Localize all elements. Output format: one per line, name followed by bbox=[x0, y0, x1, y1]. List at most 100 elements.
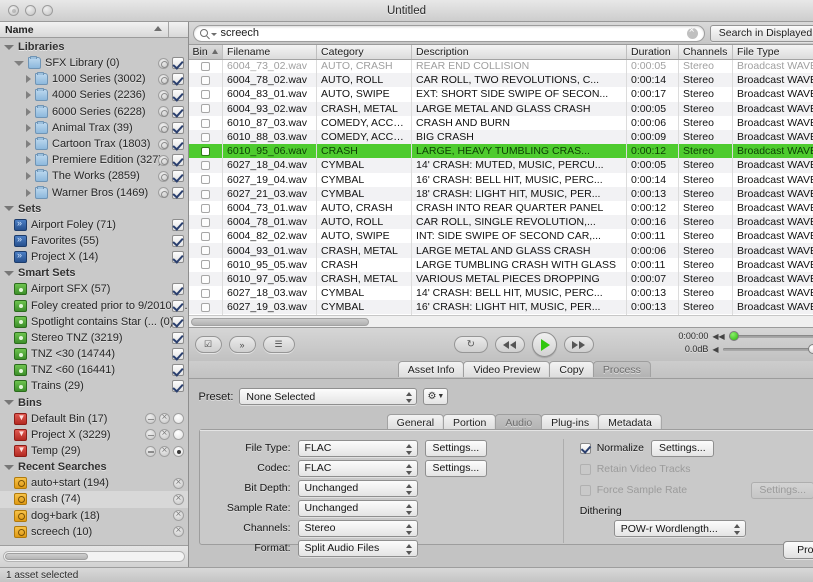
sidebar-item-tnz[interactable]: TNZ <30 (14744) bbox=[0, 346, 188, 362]
field-select-codec[interactable]: FLAC bbox=[298, 460, 418, 477]
visibility-checkbox[interactable] bbox=[172, 219, 184, 231]
row-checkbox[interactable] bbox=[201, 62, 210, 71]
row-bin-cell[interactable] bbox=[189, 243, 223, 257]
disclosure-triangle-icon[interactable] bbox=[4, 206, 14, 211]
column-header-file-type[interactable]: File Type bbox=[733, 45, 813, 59]
sidebar-item-tnz[interactable]: TNZ <60 (16441) bbox=[0, 362, 188, 378]
visibility-checkbox[interactable] bbox=[172, 235, 184, 247]
disclosure-triangle-icon[interactable] bbox=[4, 465, 14, 470]
position-slider[interactable] bbox=[729, 335, 813, 338]
sidebar-item-premiere[interactable]: Premiere Edition (327) bbox=[0, 152, 188, 168]
clear-search-icon[interactable] bbox=[687, 28, 698, 39]
disclosure-triangle-icon[interactable] bbox=[26, 108, 31, 116]
row-checkbox[interactable] bbox=[201, 104, 210, 113]
close-button[interactable] bbox=[8, 5, 19, 16]
visibility-checkbox[interactable] bbox=[172, 300, 184, 312]
row-bin-cell[interactable] bbox=[189, 130, 223, 144]
disclosure-triangle-icon[interactable] bbox=[26, 189, 31, 197]
visibility-checkbox[interactable] bbox=[172, 316, 184, 328]
sync-icon[interactable] bbox=[158, 187, 169, 198]
visibility-checkbox[interactable] bbox=[172, 89, 184, 101]
row-bin-cell[interactable] bbox=[189, 73, 223, 87]
skip-back-icon[interactable]: ◀◀ bbox=[712, 332, 724, 341]
table-row[interactable]: 6004_93_01.wavCRASH, METALLARGE METAL AN… bbox=[189, 243, 813, 257]
volume-slider-knob[interactable] bbox=[808, 344, 813, 354]
sidebar-group-smart-sets[interactable]: Smart Sets bbox=[0, 265, 188, 281]
sync-icon[interactable] bbox=[158, 106, 169, 117]
visibility-checkbox[interactable] bbox=[172, 138, 184, 150]
visibility-checkbox[interactable] bbox=[172, 57, 184, 69]
row-checkbox[interactable] bbox=[201, 260, 210, 269]
table-row[interactable]: 6027_19_04.wavCYMBAL16' CRASH: BELL HIT,… bbox=[189, 173, 813, 187]
sidebar-item-temp[interactable]: Temp (29) bbox=[0, 443, 188, 459]
row-bin-cell[interactable] bbox=[189, 286, 223, 300]
checkbox-normalize[interactable] bbox=[580, 443, 591, 454]
row-checkbox[interactable] bbox=[201, 204, 210, 213]
sidebar-item-trains[interactable]: Trains (29) bbox=[0, 378, 188, 394]
disclosure-triangle-icon[interactable] bbox=[14, 61, 24, 66]
column-header-duration[interactable]: Duration bbox=[627, 45, 679, 59]
row-checkbox[interactable] bbox=[201, 90, 210, 99]
row-bin-cell[interactable] bbox=[189, 158, 223, 172]
process-tab-audio[interactable]: Audio bbox=[495, 414, 542, 430]
settings-button[interactable]: Settings... bbox=[651, 440, 714, 457]
visibility-checkbox[interactable] bbox=[172, 380, 184, 392]
visibility-checkbox[interactable] bbox=[172, 73, 184, 85]
row-bin-cell[interactable] bbox=[189, 59, 223, 73]
field-select-filetype[interactable]: FLAC bbox=[298, 440, 418, 457]
sidebar-item-dogbark[interactable]: dog+bark (18) bbox=[0, 508, 188, 524]
column-header-channels[interactable]: Channels bbox=[679, 45, 733, 59]
disclosure-triangle-icon[interactable] bbox=[4, 271, 14, 276]
row-checkbox[interactable] bbox=[201, 275, 210, 284]
visibility-checkbox[interactable] bbox=[172, 106, 184, 118]
tab-asset-info[interactable]: Asset Info bbox=[398, 361, 465, 377]
table-row[interactable]: 6027_18_03.wavCYMBAL14' CRASH: BELL HIT,… bbox=[189, 286, 813, 300]
sidebar-item-1000[interactable]: 1000 Series (3002) bbox=[0, 71, 188, 87]
visibility-checkbox[interactable] bbox=[172, 122, 184, 134]
table-row[interactable]: 6004_82_02.wavAUTO, SWIPEINT: SIDE SWIPE… bbox=[189, 229, 813, 243]
sidebar-item-project[interactable]: Project X (3229) bbox=[0, 427, 188, 443]
field-select-samplerate[interactable]: Unchanged bbox=[298, 500, 418, 517]
table-row[interactable]: 6004_78_01.wavAUTO, ROLLCAR ROLL, SINGLE… bbox=[189, 215, 813, 229]
sidebar-item-sfx[interactable]: SFX Library (0) bbox=[0, 55, 188, 71]
visibility-checkbox[interactable] bbox=[172, 170, 184, 182]
sidebar-group-bins[interactable]: Bins bbox=[0, 395, 188, 411]
row-checkbox[interactable] bbox=[201, 232, 210, 241]
process-tab-portion[interactable]: Portion bbox=[443, 414, 496, 430]
column-header-filename[interactable]: Filename bbox=[223, 45, 317, 59]
chevron-down-icon[interactable] bbox=[211, 33, 217, 36]
remove-bin-icon[interactable] bbox=[145, 429, 156, 440]
dithering-select[interactable]: POW-r Wordlength... bbox=[614, 520, 746, 537]
disclosure-triangle-icon[interactable] bbox=[26, 156, 31, 164]
preset-actions-button[interactable]: ⚙ ▼ bbox=[423, 388, 448, 405]
sync-icon[interactable] bbox=[158, 122, 169, 133]
remove-bin-icon[interactable] bbox=[145, 446, 156, 457]
sidebar-item-airport[interactable]: Airport Foley (71) bbox=[0, 217, 188, 233]
table-row[interactable]: 6010_97_05.wavCRASH, METALVARIOUS METAL … bbox=[189, 272, 813, 286]
visibility-checkbox[interactable] bbox=[172, 154, 184, 166]
process-tab-general[interactable]: General bbox=[387, 414, 444, 430]
column-header-description[interactable]: Description bbox=[412, 45, 627, 59]
disclosure-triangle-icon[interactable] bbox=[26, 124, 31, 132]
row-checkbox[interactable] bbox=[201, 76, 210, 85]
select-all-toggle-button[interactable]: ☑ bbox=[195, 336, 222, 353]
table-row[interactable]: 6010_87_03.wavCOMEDY, ACCENTCRASH AND BU… bbox=[189, 116, 813, 130]
row-bin-cell[interactable] bbox=[189, 272, 223, 286]
table-row[interactable]: 6010_95_05.wavCRASHLARGE TUMBLING CRASH … bbox=[189, 258, 813, 272]
row-checkbox[interactable] bbox=[201, 133, 210, 142]
asset-table-body[interactable]: 6004_73_02.wavAUTO, CRASHREAR END COLLIS… bbox=[189, 59, 813, 328]
settings-button[interactable]: Settings... bbox=[425, 460, 488, 477]
table-row[interactable]: 6004_78_02.wavAUTO, ROLLCAR ROLL, TWO RE… bbox=[189, 73, 813, 87]
table-row[interactable]: 6004_83_01.wavAUTO, SWIPEEXT: SHORT SIDE… bbox=[189, 87, 813, 101]
table-row[interactable]: 6004_73_01.wavAUTO, CRASHCRASH INTO REAR… bbox=[189, 201, 813, 215]
visibility-checkbox[interactable] bbox=[172, 332, 184, 344]
disclosure-triangle-icon[interactable] bbox=[26, 75, 31, 83]
sidebar-item-default[interactable]: Default Bin (17) bbox=[0, 411, 188, 427]
waveform-view-button[interactable]: ☰ bbox=[263, 336, 295, 353]
row-checkbox[interactable] bbox=[201, 161, 210, 170]
row-checkbox[interactable] bbox=[201, 246, 210, 255]
process-tab-metadata[interactable]: Metadata bbox=[598, 414, 662, 430]
table-row[interactable]: 6004_93_02.wavCRASH, METALLARGE METAL AN… bbox=[189, 102, 813, 116]
sidebar-item-warner[interactable]: Warner Bros (1469) bbox=[0, 185, 188, 201]
sidebar-group-recent-searches[interactable]: Recent Searches bbox=[0, 459, 188, 475]
